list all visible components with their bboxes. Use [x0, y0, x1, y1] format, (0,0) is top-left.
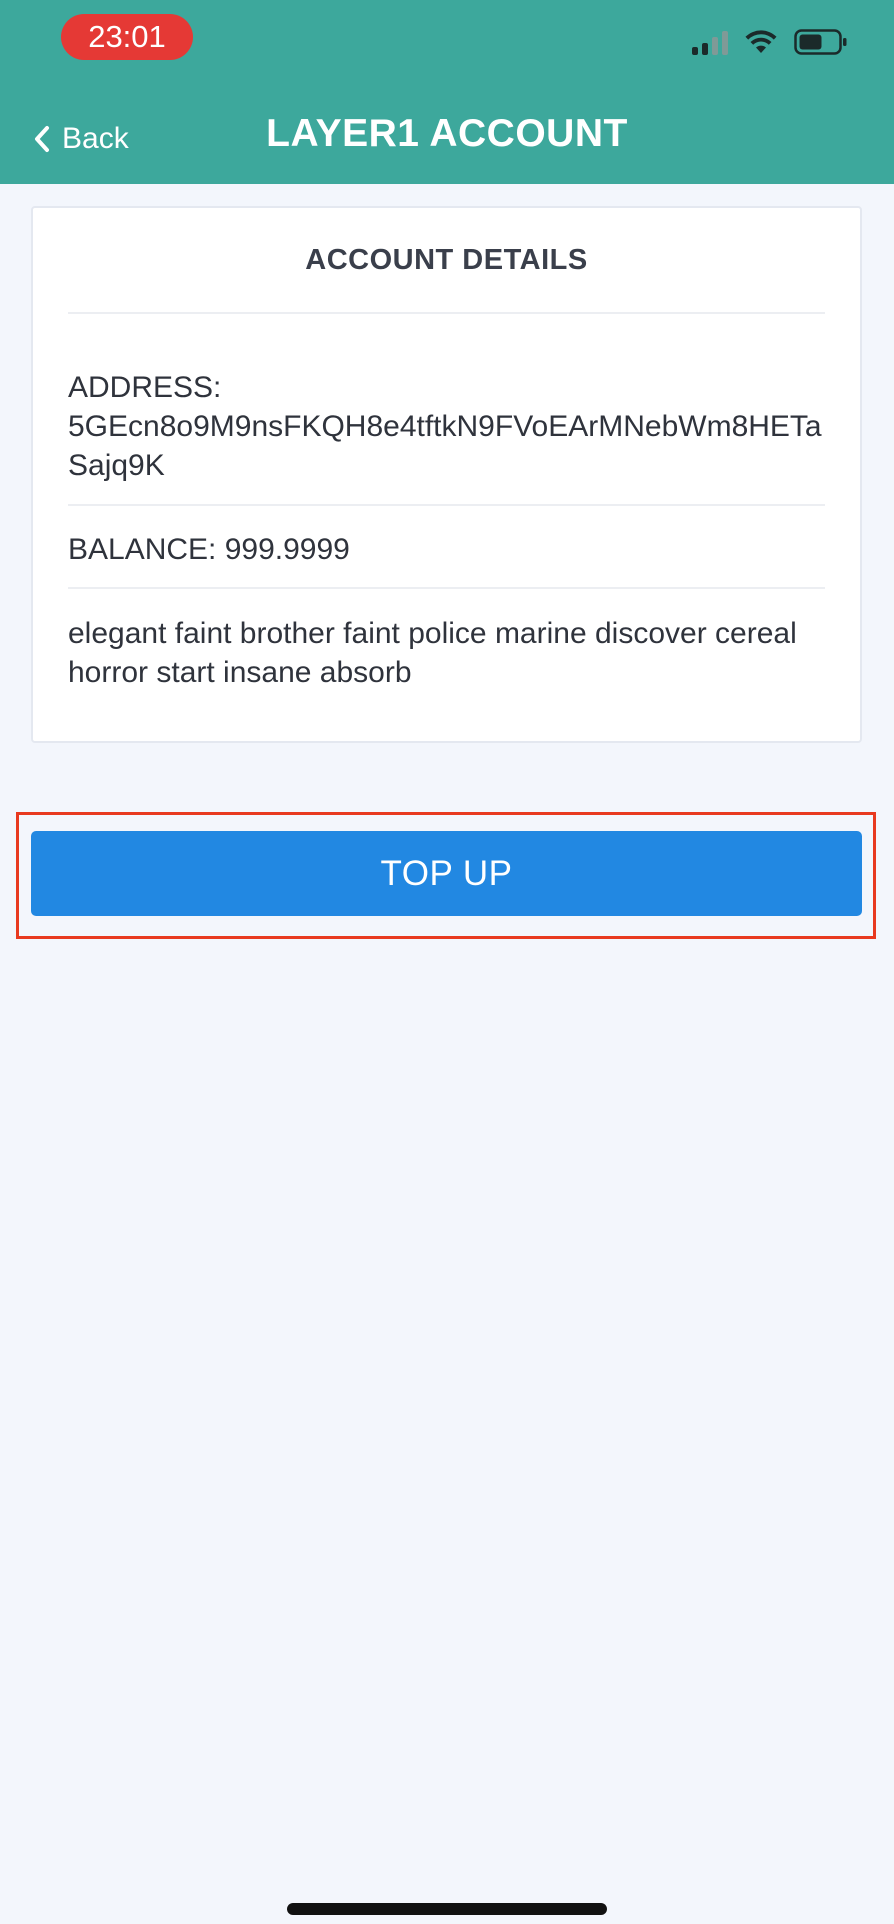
- topup-button[interactable]: TOP UP: [31, 831, 862, 916]
- address-value: 5GEcn8o9M9nsFKQH8e4tftkN9FVoEArMNebWm8HE…: [68, 410, 822, 482]
- balance-text: BALANCE: 999.9999: [68, 533, 350, 566]
- header-bar: 23:01 Back LAYER1 ACCOUNT: [0, 0, 894, 184]
- status-time: 23:01: [61, 14, 193, 60]
- phone-screen: 23:01 Back LAYER1 ACCOUNT ACCOUNT DETAIL…: [0, 0, 894, 1924]
- address-label: ADDRESS:: [68, 371, 222, 404]
- divider: [68, 312, 825, 314]
- signal-icon: [692, 29, 728, 55]
- home-indicator: [287, 1903, 607, 1915]
- divider: [68, 587, 825, 589]
- status-icons: [692, 26, 848, 58]
- page-title: LAYER1 ACCOUNT: [266, 112, 628, 155]
- card-title: ACCOUNT DETAILS: [305, 244, 588, 276]
- wifi-icon: [745, 30, 777, 53]
- battery-icon: [794, 29, 847, 55]
- divider: [68, 504, 825, 506]
- account-details-card: ACCOUNT DETAILS ADDRESS: 5GEcn8o9M9nsFKQ…: [31, 206, 862, 743]
- address-row: ADDRESS: 5GEcn8o9M9nsFKQH8e4tftkN9FVoEAr…: [68, 368, 830, 485]
- mnemonic-text: elegant faint brother faint police marin…: [68, 617, 797, 689]
